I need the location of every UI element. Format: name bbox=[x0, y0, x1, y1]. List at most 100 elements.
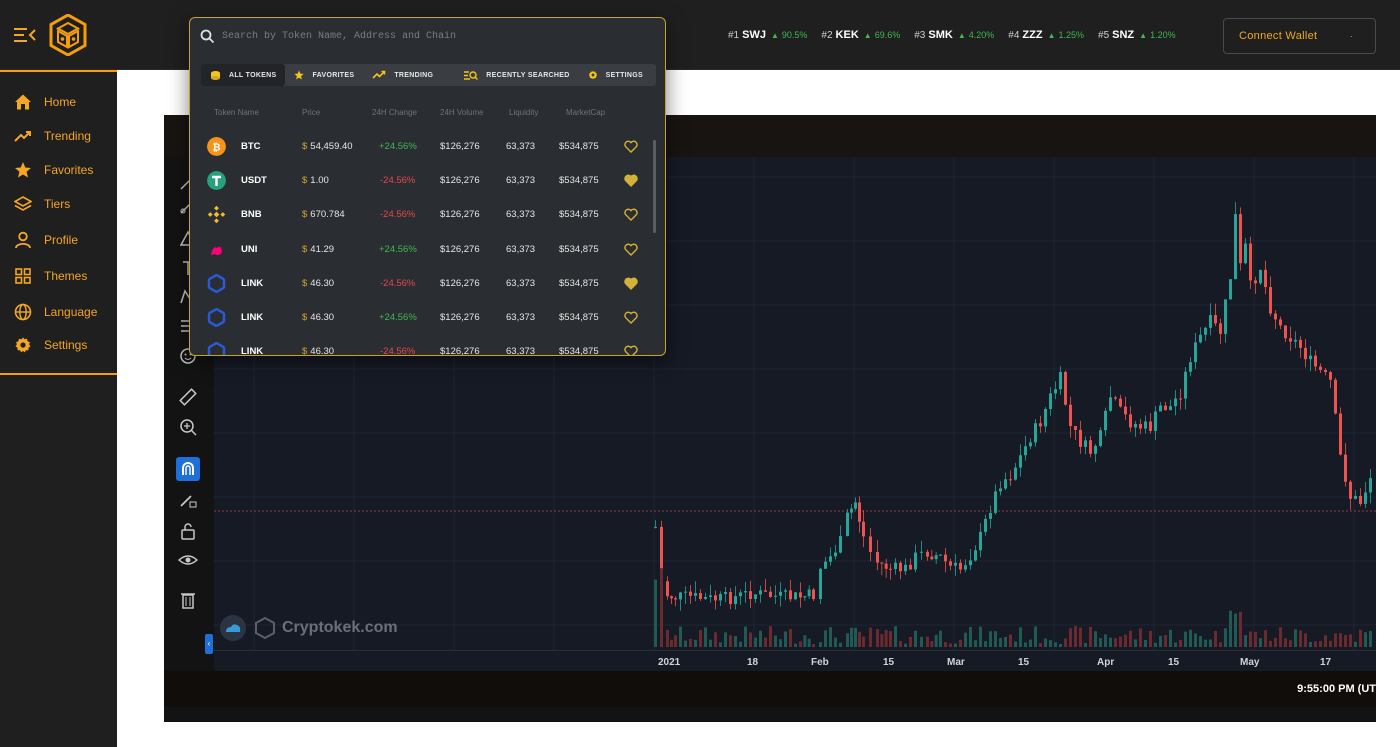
volume-bar bbox=[1094, 631, 1097, 647]
candle-body bbox=[1354, 495, 1357, 499]
scrollbar[interactable] bbox=[653, 140, 656, 233]
ticker-item[interactable]: #3 SMK ▲ 4.20% bbox=[914, 29, 994, 41]
volume-bar bbox=[1279, 627, 1282, 647]
volume-bar bbox=[779, 639, 782, 647]
candle-body bbox=[824, 561, 827, 569]
heart-icon[interactable] bbox=[624, 311, 638, 324]
sidebar-item-language[interactable]: Language bbox=[14, 302, 97, 322]
token-search-input[interactable] bbox=[222, 26, 652, 46]
volume-bar bbox=[764, 637, 767, 647]
heart-icon[interactable] bbox=[624, 345, 638, 356]
volume-bar bbox=[1319, 641, 1322, 647]
trending-ticker-strip: #1 SWJ ▲ 90.5% #2 KEK ▲ 69.6% #3 SMK ▲ 4… bbox=[728, 29, 1190, 41]
magnet-icon[interactable] bbox=[176, 457, 200, 481]
volume-bar bbox=[969, 626, 972, 647]
ticker-change: 90.5% bbox=[781, 30, 808, 40]
sidebar-item-home[interactable]: Home bbox=[14, 92, 76, 112]
volume-bar bbox=[934, 634, 938, 647]
tab-favorites[interactable]: FAVORITES bbox=[285, 64, 363, 86]
token-price: $54,459.40 bbox=[302, 141, 353, 152]
ticker-rank: #1 bbox=[728, 29, 740, 41]
tab-recently-searched[interactable]: RECENTLY SEARCHED bbox=[454, 64, 578, 86]
sidebar-item-tiers[interactable]: Tiers bbox=[14, 194, 70, 214]
sidebar-item-profile[interactable]: Profile bbox=[14, 230, 78, 250]
lock-drawing-icon[interactable] bbox=[177, 489, 199, 511]
gear-icon bbox=[15, 337, 31, 353]
sidebar-item-label: Favorites bbox=[44, 163, 94, 177]
trash-icon[interactable] bbox=[177, 589, 199, 611]
tab-settings[interactable]: SETTINGS bbox=[579, 64, 652, 86]
home-icon bbox=[15, 94, 31, 110]
candle-body bbox=[839, 536, 842, 553]
ticker-symbol: ZZZ bbox=[1022, 29, 1043, 41]
sidebar-item-themes[interactable]: Themes bbox=[14, 266, 87, 286]
svg-text:₿: ₿ bbox=[212, 141, 220, 153]
ticker-item[interactable]: #5 SNZ ▲ 1.20% bbox=[1098, 29, 1176, 41]
token-row[interactable]: BNB $670.784 -24.56% $126,276 63,373 $534,875 bbox=[190, 198, 650, 232]
connect-wallet-button[interactable]: Connect Wallet · bbox=[1223, 18, 1376, 54]
unlock-icon[interactable] bbox=[177, 520, 199, 542]
heart-icon[interactable] bbox=[624, 140, 638, 153]
volume-bar bbox=[674, 635, 677, 647]
token-marketcap: $534,875 bbox=[559, 277, 599, 289]
sidebar-item-trending[interactable]: Trending bbox=[14, 126, 91, 146]
candle-body bbox=[884, 563, 888, 569]
candle-body bbox=[819, 568, 822, 600]
candle-body bbox=[909, 564, 912, 570]
tab-all-tokens[interactable]: ALL TOKENS bbox=[201, 64, 286, 86]
token-row[interactable]: LINK $46.30 -24.56% $126,276 63,373 $534,875 bbox=[190, 335, 650, 356]
volume-bar bbox=[1059, 643, 1062, 647]
menu-collapse-icon[interactable] bbox=[14, 26, 36, 44]
dollar-sign: $ bbox=[302, 346, 308, 356]
volume-bar bbox=[1369, 631, 1372, 647]
volume-bar bbox=[926, 636, 929, 647]
volume-bar bbox=[1299, 630, 1302, 647]
token-row[interactable]: USDT $1.00 -24.56% $126,276 63,373 $534,875 bbox=[190, 164, 650, 198]
volume-bar bbox=[1264, 630, 1267, 647]
token-row[interactable]: LINK $46.30 +24.56% $126,276 63,373 $534,875 bbox=[190, 301, 650, 335]
cloud-logo-icon bbox=[220, 615, 246, 641]
ticker-item[interactable]: #2 KEK ▲ 69.6% bbox=[821, 29, 900, 41]
heart-icon[interactable] bbox=[624, 243, 638, 256]
volume-bar bbox=[889, 631, 892, 647]
globe-icon bbox=[14, 303, 32, 321]
cube-logo-icon[interactable] bbox=[49, 14, 87, 56]
ticker-item[interactable]: #1 SWJ ▲ 90.5% bbox=[728, 29, 807, 41]
sidebar-item-label: Trending bbox=[44, 129, 91, 143]
candle-body bbox=[979, 531, 982, 551]
volume-bar bbox=[803, 635, 807, 647]
sidebar-item-settings[interactable]: Settings bbox=[14, 335, 87, 355]
volume-bar bbox=[1314, 641, 1317, 647]
tab-trending[interactable]: TRENDING bbox=[363, 64, 442, 86]
ruler-tool-icon[interactable] bbox=[177, 386, 199, 408]
token-marketcap: $534,875 bbox=[559, 209, 599, 221]
volume-bar bbox=[739, 641, 742, 647]
token-row[interactable]: LINK $46.30 -24.56% $126,276 63,373 $534,875 bbox=[190, 267, 650, 301]
candle-body bbox=[1059, 372, 1062, 390]
time-axis-label: 15 bbox=[1168, 657, 1180, 668]
heart-icon[interactable] bbox=[624, 174, 638, 188]
coin-link-icon bbox=[207, 342, 226, 355]
sidebar-item-favorites[interactable]: Favorites bbox=[14, 160, 93, 180]
volume-bar bbox=[1029, 639, 1032, 647]
token-row[interactable]: UNI $41.29 +24.56% $126,276 63,373 $534,875 bbox=[190, 233, 650, 267]
collapse-toolbar-button[interactable]: ‹ bbox=[205, 634, 213, 654]
zoom-in-icon[interactable] bbox=[177, 416, 199, 438]
candle-body bbox=[1269, 287, 1272, 314]
volume-bar bbox=[1074, 626, 1077, 647]
volume-bar bbox=[689, 638, 692, 647]
ticker-rank: #4 bbox=[1008, 29, 1020, 41]
ticker-item[interactable]: #4 ZZZ ▲ 1.25% bbox=[1008, 29, 1084, 41]
token-price-value: 1.00 bbox=[310, 175, 329, 187]
candle-body bbox=[1174, 398, 1177, 407]
candle-body bbox=[744, 591, 747, 593]
eye-icon[interactable] bbox=[177, 549, 199, 571]
candle-body bbox=[1204, 327, 1207, 335]
candle-body bbox=[939, 554, 942, 556]
volume-bar bbox=[729, 635, 732, 647]
heart-icon[interactable] bbox=[624, 208, 638, 222]
heart-icon[interactable] bbox=[624, 277, 638, 290]
tab-label: ALL TOKENS bbox=[229, 71, 277, 79]
token-row[interactable]: ₿ BTC $54,459.40 +24.56% $126,276 63,373 $534,… bbox=[190, 130, 650, 164]
candle-body bbox=[1229, 279, 1232, 300]
